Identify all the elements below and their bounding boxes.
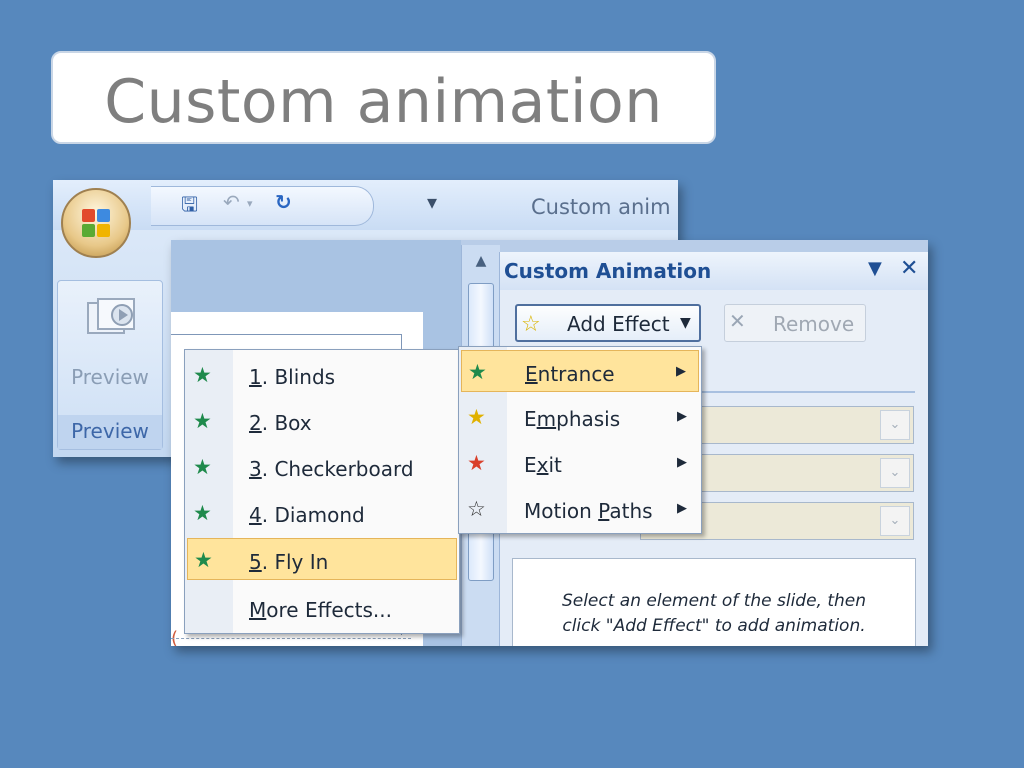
exit-star-icon: ★ [467, 451, 486, 475]
remove-button[interactable]: ✕ Remove [724, 304, 866, 342]
menu-item-fly-in[interactable]: ★ 5. Fly In [187, 538, 457, 580]
slide-content-fragment: ( [171, 628, 179, 646]
undo-icon[interactable]: ↶ [223, 190, 240, 214]
menu-item-exit[interactable]: ★ Exit ▶ [461, 442, 699, 484]
blinds-effect-icon: ★ [193, 363, 212, 387]
hint-line-1: Select an element of the slide, then [561, 591, 867, 611]
preview-group-label: Preview [58, 415, 162, 449]
menu-item-entrance[interactable]: ★ Entrance ▶ [461, 350, 699, 392]
scroll-up-icon[interactable]: ▲ [462, 245, 500, 275]
entrance-star-icon: ★ [468, 360, 487, 384]
menu-item-checkerboard[interactable]: ★ 3. Checkerboard [187, 446, 457, 488]
menu-item-more-effects[interactable]: More Effects... [187, 587, 457, 629]
preview-group: Preview Preview [57, 280, 163, 450]
title-bar: 🖫 ↶ ▾ ↻ ▾ Custom anim [53, 180, 678, 230]
close-icon[interactable]: ✕ [900, 256, 918, 281]
fly-in-effect-icon: ★ [194, 548, 213, 572]
add-effect-label: Add Effect [567, 312, 670, 336]
remove-effect-icon: ✕ [729, 309, 746, 333]
hint-line-2: click "Add Effect" to add animation. [562, 616, 866, 636]
preview-icon [87, 298, 135, 334]
quick-access-toolbar: 🖫 ↶ ▾ ↻ ▾ [151, 186, 437, 226]
pane-header: Custom Animation ▼ ✕ [500, 252, 928, 290]
preview-button-label: Preview [71, 365, 149, 389]
office-logo-icon [82, 209, 110, 237]
submenu-arrow-icon: ▶ [677, 455, 687, 470]
menu-item-blinds[interactable]: ★ 1. Blinds [187, 354, 457, 396]
diamond-effect-icon: ★ [193, 501, 212, 525]
submenu-arrow-icon: ▶ [677, 501, 687, 516]
office-button[interactable] [61, 188, 131, 258]
chevron-down-icon: ▼ [680, 315, 691, 331]
add-effect-button[interactable]: ☆ Add Effect ▼ [515, 304, 701, 342]
menu-item-emphasis[interactable]: ★ Emphasis ▶ [461, 396, 699, 438]
pane-title: Custom Animation [504, 259, 712, 283]
motion-path-star-icon: ☆ [467, 497, 486, 521]
customize-qat-icon[interactable]: ▾ [427, 190, 437, 214]
window-title: Custom anim [531, 195, 671, 219]
checkerboard-effect-icon: ★ [193, 455, 212, 479]
animation-list[interactable]: Select an element of the slide, then cli… [512, 558, 916, 646]
menu-item-box[interactable]: ★ 2. Box [187, 400, 457, 442]
redo-icon[interactable]: ↻ [275, 190, 292, 214]
chevron-down-icon[interactable]: ⌄ [880, 458, 910, 488]
pane-options-icon[interactable]: ▼ [868, 258, 882, 279]
animation-hint: Select an element of the slide, then cli… [523, 589, 905, 639]
emphasis-star-icon: ★ [467, 405, 486, 429]
submenu-arrow-icon: ▶ [677, 409, 687, 424]
submenu-arrow-icon: ▶ [676, 364, 686, 379]
menu-item-diamond[interactable]: ★ 4. Diamond [187, 492, 457, 534]
slide-title: Custom animation [104, 67, 663, 137]
chevron-down-icon[interactable]: ⌄ [880, 506, 910, 536]
add-effect-menu: ★ Entrance ▶ ★ Emphasis ▶ ★ Exit ▶ ☆ Mot… [458, 346, 702, 534]
preview-button[interactable]: Preview [62, 285, 158, 413]
save-icon[interactable]: 🖫 [181, 190, 198, 224]
add-effect-star-icon: ☆ [521, 312, 541, 337]
slide-dashed-border [171, 638, 411, 639]
remove-label: Remove [773, 312, 855, 336]
entrance-submenu: ★ 1. Blinds ★ 2. Box ★ 3. Checkerboard ★… [184, 349, 460, 634]
slide-title-box: Custom animation [51, 51, 716, 144]
box-effect-icon: ★ [193, 409, 212, 433]
undo-dropdown-icon[interactable]: ▾ [247, 197, 253, 210]
chevron-down-icon[interactable]: ⌄ [880, 410, 910, 440]
menu-item-motion-paths[interactable]: ☆ Motion Paths ▶ [461, 488, 699, 530]
